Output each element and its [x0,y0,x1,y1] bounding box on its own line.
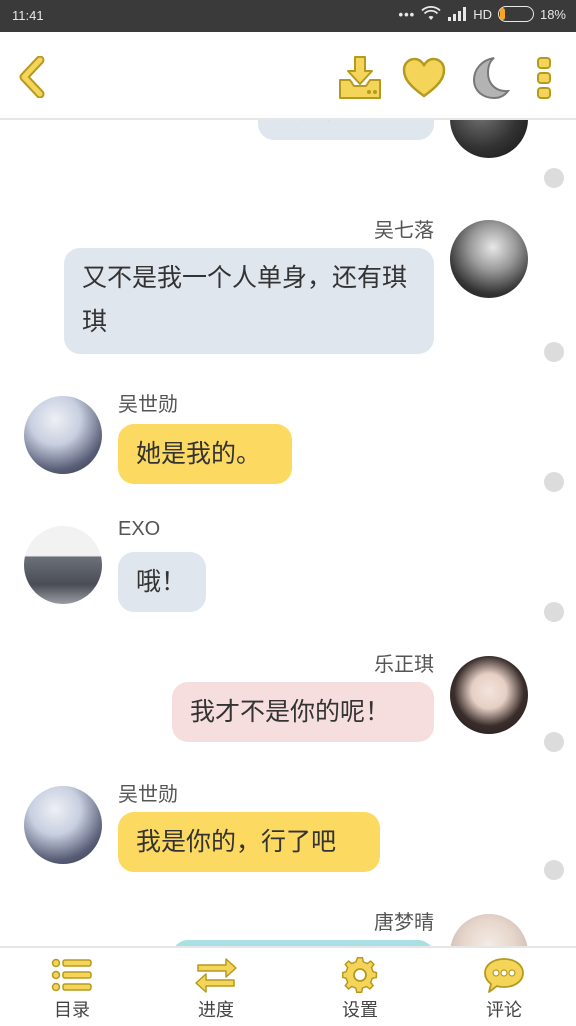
comment-icon [484,958,524,993]
paragraph-comment-dot[interactable] [544,602,564,622]
list-icon [51,958,92,992]
message-bubble: 我是你的，行了吧 [118,812,380,872]
paragraph-comment-dot[interactable] [544,472,564,492]
sender-name: 吴七落 [374,220,434,242]
sender-name: 吴世勋 [118,784,178,806]
tab-progress[interactable]: 进度 [144,948,288,1026]
status-indicators: ••• HD 18% [399,6,566,22]
tab-label: 进度 [198,1000,234,1021]
wifi-icon [421,6,441,20]
tab-label: 目录 [54,1000,90,1021]
message-bubble: 一边儿去！ [258,120,434,140]
sender-name: 唐梦晴 [374,912,434,934]
paragraph-comment-dot[interactable] [544,860,564,880]
message-bubble: 哦！ [118,552,206,612]
sender-name: EXO [118,518,161,540]
sender-name: 吴世勋 [118,394,178,416]
avatar[interactable] [24,526,102,604]
chat-list[interactable]: 一边儿去！ 吴七落 又不是我一个人单身，还有琪琪 吴世勋 她是我的。 EXO 哦… [0,120,576,946]
bottom-tab-bar: 目录 进度 设置 评论 [0,946,576,1026]
tab-label: 设置 [342,1000,378,1021]
status-time: 11:41 [12,8,44,23]
tab-settings[interactable]: 设置 [288,948,432,1026]
paragraph-comment-dot[interactable] [544,342,564,362]
paragraph-comment-dot[interactable] [544,168,564,188]
tab-catalog[interactable]: 目录 [0,948,144,1026]
sender-name: 乐正琪 [374,654,434,676]
avatar[interactable] [450,120,528,158]
heart-icon[interactable] [400,54,448,102]
moon-icon[interactable] [464,54,512,102]
network-type: HD [473,6,492,22]
progress-arrows-icon [195,958,237,993]
signal-icon [448,7,467,21]
gear-icon [342,957,378,993]
paragraph-comment-dot[interactable] [544,732,564,752]
notification-dots-icon: ••• [398,6,416,22]
battery-icon [497,6,534,22]
battery-text: 18% [539,6,566,22]
more-vertical-icon[interactable] [524,54,564,102]
avatar[interactable] [24,396,102,474]
avatar[interactable] [450,656,528,734]
tab-label: 评论 [486,1000,522,1021]
tab-comments[interactable]: 评论 [432,948,576,1026]
back-arrow-icon[interactable] [14,56,50,98]
download-icon[interactable] [336,54,384,102]
reader-toolbar [0,32,576,120]
avatar[interactable] [24,786,102,864]
message-bubble: 我才不是你的呢！ [172,682,434,742]
status-bar: 11:41 ••• HD 18% [0,0,576,32]
avatar[interactable] [450,914,528,946]
message-bubble: 又不是我一个人单身，还有琪琪 [64,248,434,354]
message-bubble: 她是我的。 [118,424,292,484]
avatar[interactable] [450,220,528,298]
